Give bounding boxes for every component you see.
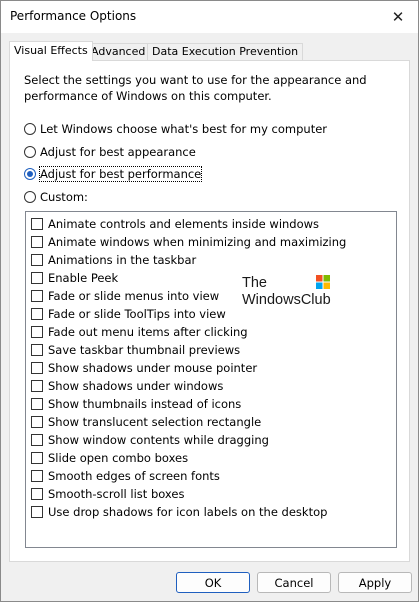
checkbox[interactable] <box>31 398 43 410</box>
effect-label: Show translucent selection rectangle <box>48 415 262 429</box>
visual-effects-panel: Select the settings you want to use for … <box>9 60 410 562</box>
effect-item[interactable]: Use drop shadows for icon labels on the … <box>31 503 327 521</box>
checkbox[interactable] <box>31 506 43 518</box>
radio-label: Adjust for best performance <box>38 166 203 182</box>
watermark-logo: The WindowsClub <box>242 275 337 309</box>
checkbox[interactable] <box>31 344 43 356</box>
effect-item[interactable]: Slide open combo boxes <box>31 449 188 467</box>
effect-item[interactable]: Fade or slide ToolTips into view <box>31 305 226 323</box>
effect-label: Smooth-scroll list boxes <box>48 487 185 501</box>
radio-button-selected[interactable] <box>24 168 36 180</box>
radio-button[interactable] <box>24 146 36 158</box>
effect-item[interactable]: Fade out menu items after clicking <box>31 323 248 341</box>
checkbox[interactable] <box>31 236 43 248</box>
effect-item[interactable]: Show thumbnails instead of icons <box>31 395 241 413</box>
performance-options-dialog: Performance Options ✕ Visual Effects Adv… <box>0 0 419 602</box>
effect-label: Show thumbnails instead of icons <box>48 397 242 411</box>
checkbox[interactable] <box>31 290 43 302</box>
title-bar: Performance Options ✕ <box>1 1 418 33</box>
checkbox[interactable] <box>31 254 43 266</box>
close-button[interactable]: ✕ <box>378 1 418 33</box>
effect-label: Animate controls and elements inside win… <box>48 217 320 231</box>
radio-label: Adjust for best appearance <box>40 145 196 159</box>
effect-label: Fade or slide menus into view <box>48 289 220 303</box>
checkbox[interactable] <box>31 416 43 428</box>
visual-effects-list[interactable]: Animate controls and elements inside win… <box>25 211 397 548</box>
effect-label: Animate windows when minimizing and maxi… <box>48 235 347 249</box>
effect-item[interactable]: Show window contents while dragging <box>31 431 269 449</box>
effect-item[interactable]: Fade or slide menus into view <box>31 287 219 305</box>
effect-label: Save taskbar thumbnail previews <box>48 343 241 357</box>
effect-item[interactable]: Show shadows under mouse pointer <box>31 359 257 377</box>
effect-label: Fade out menu items after clicking <box>48 325 248 339</box>
radio-custom[interactable]: Custom: <box>24 188 88 206</box>
effect-item[interactable]: Enable Peek <box>31 269 118 287</box>
effect-label: Use drop shadows for icon labels on the … <box>48 505 328 519</box>
close-icon: ✕ <box>391 8 405 26</box>
effect-label: Enable Peek <box>48 271 119 285</box>
effect-item[interactable]: Smooth-scroll list boxes <box>31 485 184 503</box>
window-title: Performance Options <box>10 9 137 23</box>
effect-item[interactable]: Show shadows under windows <box>31 377 223 395</box>
checkbox[interactable] <box>31 380 43 392</box>
tab-visual-effects[interactable]: Visual Effects <box>9 41 93 61</box>
effect-item[interactable]: Animate windows when minimizing and maxi… <box>31 233 346 251</box>
tab-advanced[interactable]: Advanced <box>86 43 151 60</box>
effect-label: Show shadows under mouse pointer <box>48 361 258 375</box>
radio-label: Custom: <box>40 190 88 204</box>
radio-label: Let Windows choose what's best for my co… <box>40 122 328 136</box>
effect-label: Show window contents while dragging <box>48 433 269 447</box>
checkbox[interactable] <box>31 362 43 374</box>
effect-item[interactable]: Animate controls and elements inside win… <box>31 215 319 233</box>
tab-data-execution-prevention[interactable]: Data Execution Prevention <box>147 43 304 60</box>
cancel-button[interactable]: Cancel <box>257 572 331 593</box>
checkbox[interactable] <box>31 326 43 338</box>
radio-best-appearance[interactable]: Adjust for best appearance <box>24 143 196 161</box>
radio-let-windows-choose[interactable]: Let Windows choose what's best for my co… <box>24 120 327 138</box>
effect-item[interactable]: Animations in the taskbar <box>31 251 196 269</box>
effect-label: Slide open combo boxes <box>48 451 189 465</box>
checkbox[interactable] <box>31 488 43 500</box>
radio-best-performance[interactable]: Adjust for best performance <box>24 165 203 183</box>
checkbox[interactable] <box>31 434 43 446</box>
apply-button[interactable]: Apply <box>338 572 412 593</box>
effect-item[interactable]: Smooth edges of screen fonts <box>31 467 220 485</box>
effect-item[interactable]: Save taskbar thumbnail previews <box>31 341 240 359</box>
checkbox[interactable] <box>31 470 43 482</box>
effect-item[interactable]: Show translucent selection rectangle <box>31 413 261 431</box>
windows-logo-icon <box>316 275 330 289</box>
checkbox[interactable] <box>31 218 43 230</box>
checkbox[interactable] <box>31 272 43 284</box>
watermark-line1: The <box>242 275 267 291</box>
ok-button[interactable]: OK <box>176 572 250 593</box>
effect-label: Animations in the taskbar <box>48 253 197 267</box>
radio-button[interactable] <box>24 123 36 135</box>
checkbox[interactable] <box>31 308 43 320</box>
watermark-line2: WindowsClub <box>242 292 331 308</box>
effect-label: Smooth edges of screen fonts <box>48 469 220 483</box>
description-text: Select the settings you want to use for … <box>24 73 367 103</box>
checkbox[interactable] <box>31 452 43 464</box>
radio-button[interactable] <box>24 191 36 203</box>
effect-label: Show shadows under windows <box>48 379 224 393</box>
effect-label: Fade or slide ToolTips into view <box>48 307 226 321</box>
